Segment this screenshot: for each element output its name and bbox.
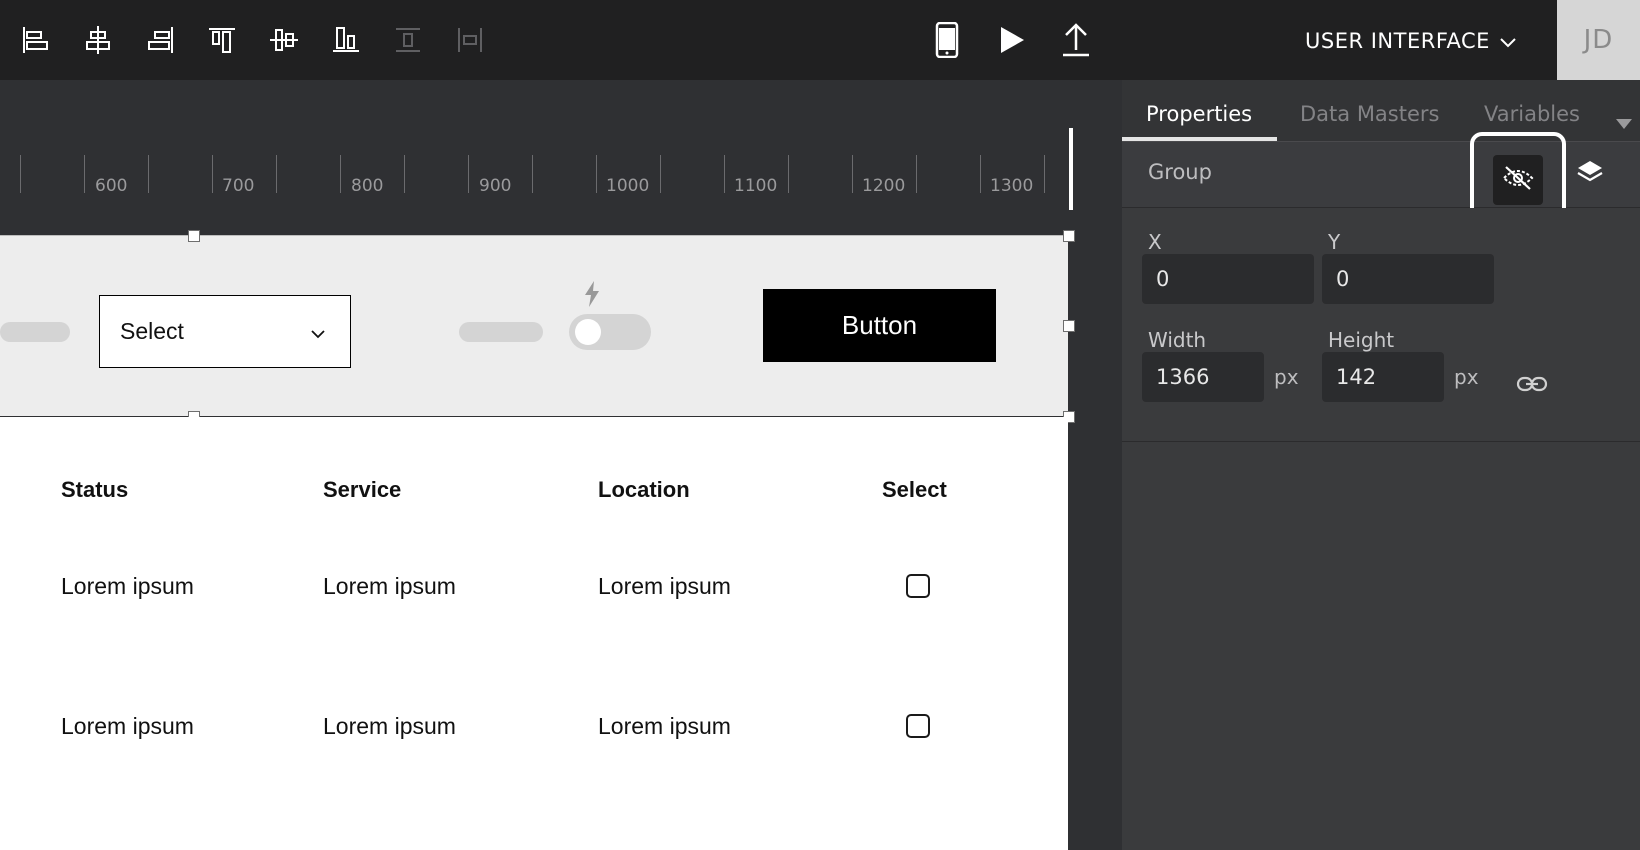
ruler-tick <box>660 155 661 193</box>
ruler-label: 700 <box>222 176 255 196</box>
chevron-down-icon <box>1500 29 1516 53</box>
tab-properties[interactable]: Properties <box>1146 102 1252 126</box>
toggle-switch[interactable] <box>569 314 651 350</box>
geometry-properties: X Y 0 0 Width Height 1366 px 142 px <box>1122 208 1640 442</box>
x-input[interactable]: 0 <box>1142 254 1314 304</box>
avatar-initials: JD <box>1583 25 1614 55</box>
ruler-label: 1200 <box>862 176 906 196</box>
ruler-label: 800 <box>351 176 384 196</box>
select-label: Select <box>120 318 184 344</box>
table-cell: Lorem ipsum <box>323 573 456 599</box>
resize-handle-top-right[interactable] <box>1063 230 1075 242</box>
layers-button[interactable] <box>1570 154 1610 194</box>
bolt-icon <box>582 281 602 311</box>
ruler-tick <box>404 155 405 193</box>
ruler-tick <box>276 155 277 193</box>
slider-track <box>0 322 70 342</box>
ruler-tick <box>724 155 725 193</box>
ruler-tick <box>788 155 789 193</box>
ruler-tick <box>20 155 21 193</box>
align-bottom-icon[interactable] <box>326 20 366 60</box>
button-label: Button <box>841 310 918 340</box>
ruler-tick <box>148 155 149 193</box>
table-cell: Lorem ipsum <box>323 713 456 739</box>
active-tab-indicator <box>1122 137 1277 141</box>
ruler-tick <box>916 155 917 193</box>
y-input[interactable]: 0 <box>1322 254 1494 304</box>
user-avatar[interactable]: JD <box>1557 0 1640 80</box>
slider-track <box>459 322 543 342</box>
table-cell: Lorem ipsum <box>61 573 194 599</box>
ruler-tick <box>980 155 981 193</box>
row-checkbox[interactable] <box>906 714 930 738</box>
ruler-tick <box>596 155 597 193</box>
toggle-knob <box>575 319 601 345</box>
horizontal-ruler: 600 700 800 900 1000 1100 1200 1300 <box>0 80 1073 235</box>
play-icon[interactable] <box>992 20 1032 60</box>
height-input[interactable]: 142 <box>1322 352 1444 402</box>
top-toolbar: USER INTERFACE JD <box>0 0 1640 80</box>
align-top-icon[interactable] <box>202 20 242 60</box>
panel-tabs: Properties Data Masters Variables <box>1122 80 1640 142</box>
ruler-tick <box>84 155 85 193</box>
project-menu[interactable]: USER INTERFACE <box>1305 26 1516 56</box>
hide-toggle-button[interactable] <box>1493 155 1543 205</box>
table-cell: Lorem ipsum <box>598 573 731 599</box>
table-cell: Lorem ipsum <box>598 713 731 739</box>
resize-handle-right[interactable] <box>1063 320 1075 332</box>
design-canvas[interactable]: 600 700 800 900 1000 1100 1200 1300 Sele… <box>0 80 1122 850</box>
width-label: Width <box>1148 328 1207 352</box>
ruler-tick <box>340 155 341 193</box>
ruler-label: 1100 <box>734 176 778 196</box>
row-checkbox[interactable] <box>906 574 930 598</box>
group-label: Group <box>1148 160 1212 184</box>
project-menu-label: USER INTERFACE <box>1305 29 1490 53</box>
distribute-vertical-icon[interactable] <box>388 20 428 60</box>
eye-off-icon <box>1501 165 1535 195</box>
layers-icon <box>1576 158 1604 190</box>
height-label: Height <box>1328 328 1395 352</box>
link-dimensions-button[interactable] <box>1512 368 1552 404</box>
group-header: Group <box>1122 132 1640 228</box>
ruler-label: 900 <box>479 176 512 196</box>
align-middle-icon[interactable] <box>264 20 304 60</box>
properties-panel: Properties Data Masters Variables Group … <box>1122 80 1640 850</box>
ruler-tick <box>212 155 213 193</box>
y-label: Y <box>1328 230 1341 254</box>
width-unit: px <box>1274 365 1299 389</box>
column-header: Location <box>598 477 690 502</box>
distribute-horizontal-icon[interactable] <box>450 20 490 60</box>
column-header: Service <box>323 477 402 502</box>
ruler-label: 1000 <box>606 176 650 196</box>
chevron-down-icon <box>310 318 326 345</box>
column-header: Status <box>61 477 129 502</box>
height-unit: px <box>1454 365 1479 389</box>
column-header: Select <box>882 477 947 502</box>
align-center-icon[interactable] <box>78 20 118 60</box>
mobile-device-icon[interactable] <box>927 20 967 60</box>
select-dropdown[interactable]: Select <box>99 295 351 368</box>
resize-handle-top[interactable] <box>188 230 200 242</box>
table-cell: Lorem ipsum <box>61 713 194 739</box>
x-label: X <box>1148 230 1162 254</box>
tab-variables[interactable]: Variables <box>1484 102 1580 126</box>
ruler-tick <box>1044 155 1045 193</box>
primary-button[interactable]: Button <box>763 289 996 362</box>
ruler-tick <box>852 155 853 193</box>
align-right-icon[interactable] <box>140 20 180 60</box>
ruler-tick <box>532 155 533 193</box>
tab-data-masters[interactable]: Data Masters <box>1300 102 1439 126</box>
tabs-overflow-icon[interactable] <box>1616 119 1632 129</box>
link-icon <box>1516 375 1548 397</box>
selected-group[interactable]: Select Button <box>0 236 1068 416</box>
upload-icon[interactable] <box>1056 20 1096 60</box>
ruler-label: 600 <box>95 176 128 196</box>
ruler-marker <box>1069 128 1073 210</box>
align-left-icon[interactable] <box>16 20 56 60</box>
ruler-label: 1300 <box>990 176 1034 196</box>
data-table: Status Service Location Select Lorem ips… <box>0 417 1068 850</box>
width-input[interactable]: 1366 <box>1142 352 1264 402</box>
ruler-tick <box>468 155 469 193</box>
